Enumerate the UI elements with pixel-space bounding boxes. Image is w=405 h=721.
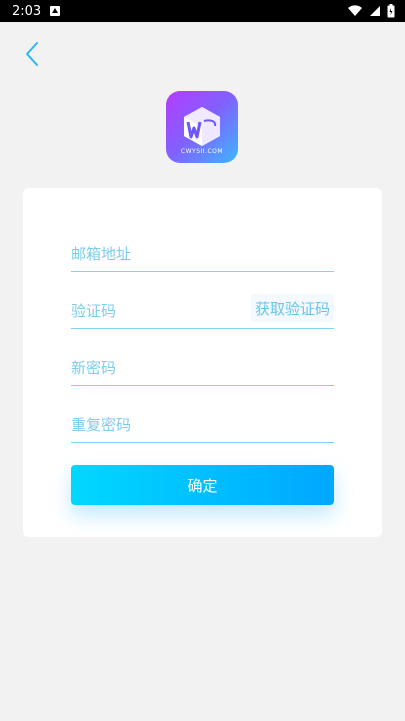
repeat-password-row <box>71 399 334 443</box>
back-button[interactable] <box>18 40 46 68</box>
email-field-row <box>71 228 334 272</box>
get-code-button[interactable]: 获取验证码 <box>250 294 334 322</box>
logo-text: CWYSII.COM <box>180 148 224 155</box>
submit-button[interactable]: 确定 <box>71 465 334 505</box>
status-left: 2:03 <box>12 4 61 19</box>
cell-signal-icon <box>370 6 380 16</box>
repeat-password-input[interactable] <box>71 414 251 436</box>
new-password-input[interactable] <box>71 357 251 379</box>
notification-icon <box>50 6 61 16</box>
reset-password-card: 获取验证码 确定 <box>23 188 382 537</box>
app-logo: CWYSII.COM <box>166 91 238 163</box>
verification-code-input[interactable] <box>71 300 251 322</box>
verification-code-row: 获取验证码 <box>71 285 334 329</box>
status-bar: 2:03 <box>0 0 405 22</box>
status-time: 2:03 <box>12 3 42 19</box>
status-right <box>347 4 395 18</box>
wifi-icon <box>348 5 362 16</box>
chevron-left-icon <box>26 42 38 66</box>
email-input[interactable] <box>71 243 251 265</box>
new-password-row <box>71 342 334 386</box>
battery-icon <box>387 4 395 18</box>
